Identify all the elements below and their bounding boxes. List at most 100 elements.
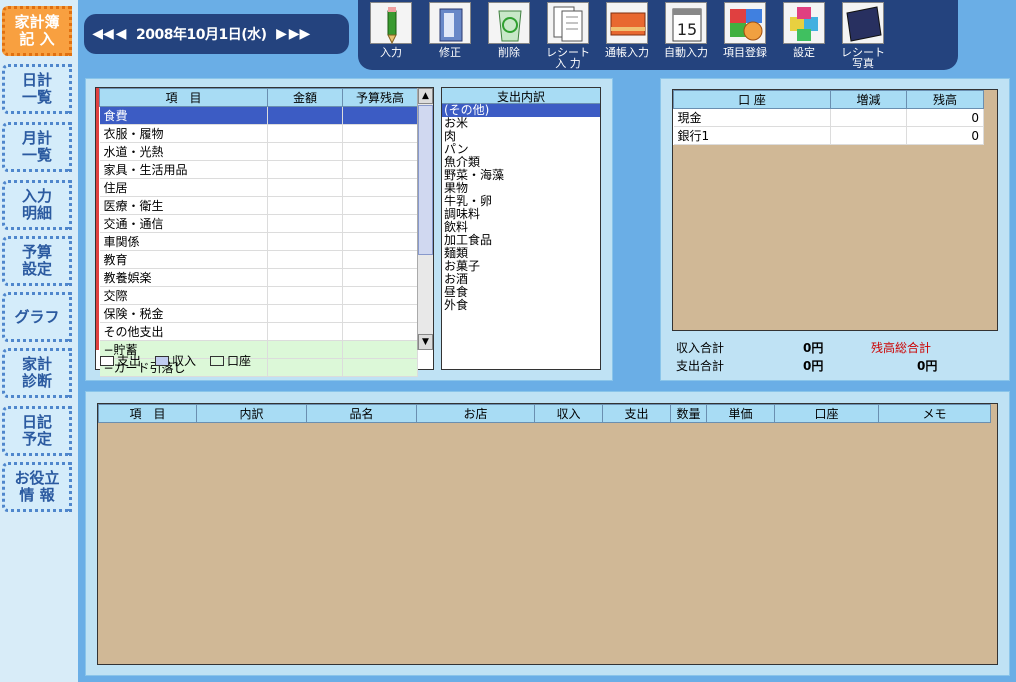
col-header-account[interactable]: 口 座 [673, 90, 831, 109]
table-row[interactable]: 医療・衛生 [99, 196, 418, 215]
list-item[interactable]: お米 [442, 117, 600, 130]
legend-expense-label: 支出 [117, 354, 142, 368]
category-budget [342, 160, 418, 179]
pencil-icon [370, 2, 412, 45]
col-header-entry-quantity[interactable]: 数量 [670, 404, 707, 423]
category-name: 交際 [99, 286, 268, 305]
category-budget [342, 232, 418, 251]
category-name: 教養娯楽 [99, 268, 268, 287]
col-header-balance[interactable]: 残高 [906, 90, 984, 109]
category-amount [267, 142, 343, 161]
col-header-entry-unit-price[interactable]: 単価 [706, 404, 775, 423]
col-header-entry-income[interactable]: 収入 [534, 404, 603, 423]
scroll-down-arrow-icon[interactable]: ▼ [418, 334, 433, 350]
edit-button[interactable]: 修正 [421, 2, 479, 68]
edit-button-label: 修正 [439, 46, 461, 59]
input-button[interactable]: 入力 [362, 2, 420, 68]
receipt-photo-button[interactable]: レシート 写真 [834, 2, 892, 69]
category-table: 項 目 金額 予算残高 食費 衣服・履物 水道・光熱 家具・生活用品 住居 医療・衛生 交通… [99, 88, 418, 377]
table-row[interactable]: 住居 [99, 178, 418, 197]
category-budget [342, 214, 418, 233]
receipt-input-button[interactable]: レシート 入 力 [539, 2, 597, 69]
category-budget [342, 106, 418, 125]
account-table-box: 口 座 増減 残高 現金 0 銀行1 0 [672, 89, 998, 331]
nav-kakeibo-entry[interactable]: 家計簿 記 入 [2, 6, 72, 56]
settings-cube-icon [783, 2, 825, 44]
table-row[interactable]: 水道・光熱 [99, 142, 418, 161]
nav-monthly-list[interactable]: 月計 一覧 [2, 122, 72, 172]
table-row[interactable]: 衣服・履物 [99, 124, 418, 143]
table-row[interactable]: 教育 [99, 250, 418, 269]
photo-icon [842, 2, 884, 44]
nav-budget-settings[interactable]: 予算 設定 [2, 236, 72, 286]
table-row[interactable]: 家具・生活用品 [99, 160, 418, 179]
table-row[interactable]: 教養娯楽 [99, 268, 418, 287]
category-budget [342, 250, 418, 269]
category-amount [267, 286, 343, 305]
category-name: 家具・生活用品 [99, 160, 268, 179]
bankbook-input-button[interactable]: 通帳入力 [598, 2, 656, 68]
col-header-amount[interactable]: 金額 [267, 88, 343, 107]
table-row[interactable]: その他支出 [99, 322, 418, 341]
scroll-thumb[interactable] [418, 105, 433, 255]
col-header-entry-memo[interactable]: メモ [878, 404, 991, 423]
toolbar: 入力 修正 削除 レシート 入 力 通帳入力 15 自動入力 項目登録 設定 レ… [358, 0, 958, 70]
col-header-entry-product[interactable]: 品名 [306, 404, 417, 423]
balance-total-value: 0円 [917, 359, 938, 373]
nav-useful-info[interactable]: お役立 情 報 [2, 462, 72, 512]
item-register-button-label: 項目登録 [723, 46, 767, 59]
category-name: 衣服・履物 [99, 124, 268, 143]
table-row[interactable]: 交通・通信 [99, 214, 418, 233]
category-amount [267, 232, 343, 251]
category-name: 水道・光熱 [99, 142, 268, 161]
list-item[interactable]: 外食 [442, 299, 600, 312]
nav-diagnosis[interactable]: 家計 診断 [2, 348, 72, 398]
next-day-button[interactable]: ▶ [275, 26, 289, 42]
scroll-up-arrow-icon[interactable]: ▲ [418, 88, 433, 104]
col-header-entry-detail[interactable]: 内訳 [196, 404, 307, 423]
account-change [830, 126, 907, 145]
prev-month-button[interactable]: ◀◀ [92, 26, 114, 42]
table-row[interactable]: 車関係 [99, 232, 418, 251]
table-row[interactable]: 交際 [99, 286, 418, 305]
date-navigator: ◀◀ ◀ 2008年10月1日(水) ▶ ▶▶ [84, 14, 349, 54]
item-register-button[interactable]: 項目登録 [716, 2, 774, 68]
legend-income-swatch [155, 355, 170, 366]
prev-day-button[interactable]: ◀ [114, 26, 128, 42]
nav-entry-details[interactable]: 入力 明細 [2, 180, 72, 230]
nav-daily-list[interactable]: 日計 一覧 [2, 64, 72, 114]
category-amount [267, 124, 343, 143]
table-row[interactable]: 現金 0 [673, 108, 984, 127]
auto-input-button[interactable]: 15 自動入力 [657, 2, 715, 68]
category-amount [267, 358, 343, 377]
next-month-button[interactable]: ▶▶ [289, 26, 311, 42]
category-name: 食費 [99, 106, 268, 125]
col-header-entry-expense[interactable]: 支出 [602, 404, 671, 423]
edit-icon [429, 2, 471, 44]
category-amount [267, 196, 343, 215]
table-row[interactable]: 銀行1 0 [673, 126, 984, 145]
table-row[interactable]: 保険・税金 [99, 304, 418, 323]
settings-button[interactable]: 設定 [775, 2, 833, 68]
category-amount [267, 178, 343, 197]
current-date[interactable]: 2008年10月1日(水) [136, 24, 267, 44]
category-name: その他支出 [99, 322, 268, 341]
category-budget [342, 340, 418, 359]
category-amount [267, 340, 343, 359]
legend-account-swatch [210, 355, 225, 366]
col-header-entry-item[interactable]: 項 目 [98, 404, 197, 423]
delete-button[interactable]: 削除 [480, 2, 538, 68]
category-scrollbar[interactable]: ▲ ▼ [417, 88, 433, 350]
table-row[interactable]: 食費 [99, 106, 418, 125]
col-header-budget[interactable]: 予算残高 [342, 88, 418, 107]
settings-button-label: 設定 [793, 46, 815, 59]
nav-graph[interactable]: グラフ [2, 292, 72, 342]
col-header-entry-account[interactable]: 口座 [774, 404, 879, 423]
legend-expense-swatch [100, 355, 114, 366]
col-header-change[interactable]: 増減 [830, 90, 907, 109]
category-budget [342, 268, 418, 287]
col-header-item[interactable]: 項 目 [99, 88, 268, 107]
nav-diary-schedule[interactable]: 日記 予定 [2, 406, 72, 456]
col-header-entry-shop[interactable]: お店 [416, 404, 535, 423]
input-button-label: 入力 [380, 46, 402, 59]
